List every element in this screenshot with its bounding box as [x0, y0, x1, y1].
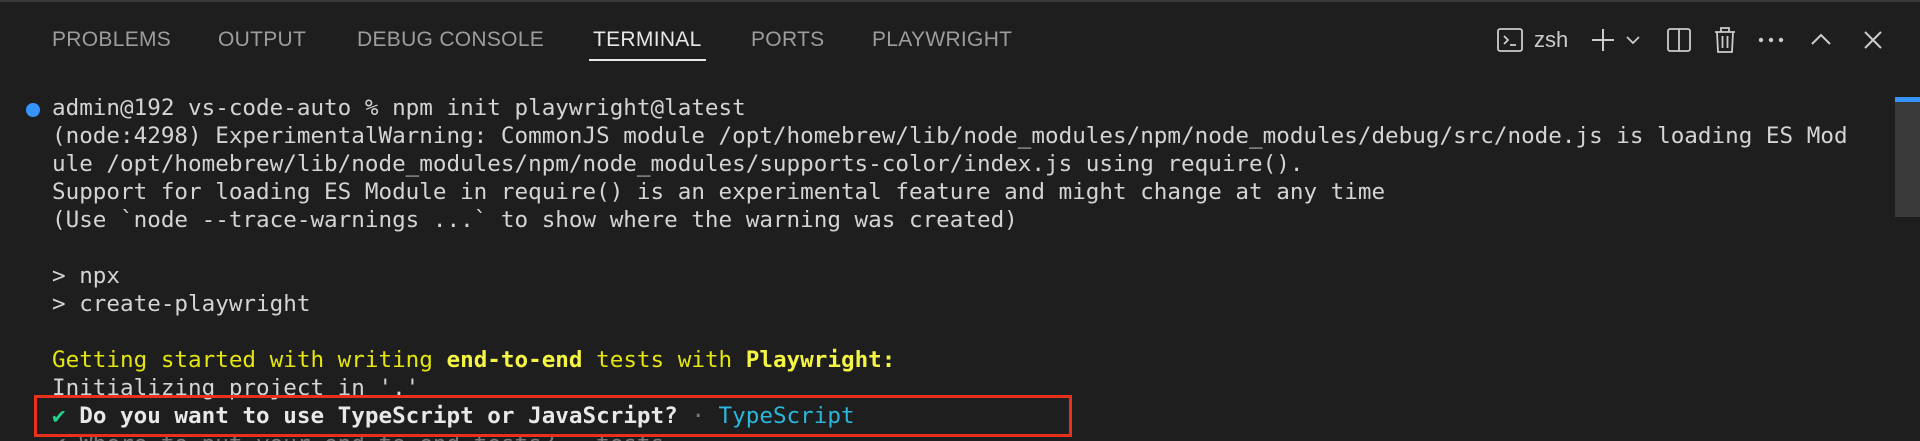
tab-playwright[interactable]: PLAYWRIGHT	[872, 26, 1012, 54]
shell-label: zsh	[1534, 27, 1569, 52]
getting-started-text: tests with	[582, 347, 746, 373]
new-terminal-button[interactable]	[1586, 24, 1620, 56]
scrollbar-thumb[interactable]	[1895, 97, 1920, 217]
scrollbar-marker	[1895, 97, 1920, 102]
question-answer: TypeScript	[718, 403, 855, 429]
tab-terminal[interactable]: TERMINAL	[589, 26, 706, 61]
language-question-line: ✔ Do you want to use TypeScript or JavaS…	[52, 402, 855, 430]
terminal-line: (Use `node --trace-warnings ...` to show…	[52, 207, 1018, 233]
tab-output[interactable]: OUTPUT	[218, 26, 306, 54]
plus-icon	[1589, 26, 1617, 54]
terminal-scrollbar[interactable]	[1892, 97, 1920, 441]
question-text: Do you want to use TypeScript or JavaScr…	[65, 403, 678, 429]
close-icon	[1862, 29, 1884, 51]
chevron-up-icon	[1809, 28, 1833, 52]
getting-started-line: Getting started with writing end-to-end …	[52, 346, 895, 374]
tab-problems[interactable]: PROBLEMS	[52, 26, 171, 54]
question-separator: ·	[677, 403, 719, 429]
kill-terminal-button[interactable]	[1711, 24, 1739, 56]
shell-selector[interactable]: zsh	[1496, 24, 1568, 56]
getting-started-emphasis: Playwright:	[745, 347, 896, 373]
terminal-line: (node:4298) ExperimentalWarning: CommonJ…	[52, 123, 1848, 149]
terminal-dropdown-button[interactable]	[1622, 24, 1644, 56]
more-actions-button[interactable]	[1756, 24, 1786, 56]
terminal-output[interactable]: admin@192 vs-code-auto % npm init playwr…	[0, 94, 1890, 441]
split-terminal-button[interactable]	[1664, 24, 1694, 56]
terminal-line: ule /opt/homebrew/lib/node_modules/npm/n…	[52, 151, 1304, 177]
tab-debug-console[interactable]: DEBUG CONSOLE	[357, 26, 544, 54]
terminal-line: > npx	[52, 263, 121, 289]
panel-tab-bar: PROBLEMS OUTPUT DEBUG CONSOLE TERMINAL P…	[0, 2, 1920, 78]
chevron-down-icon	[1624, 31, 1642, 49]
getting-started-emphasis: end-to-end	[446, 347, 583, 373]
terminal-panel: PROBLEMS OUTPUT DEBUG CONSOLE TERMINAL P…	[0, 0, 1920, 441]
split-icon	[1666, 27, 1692, 53]
trash-icon	[1713, 26, 1737, 54]
maximize-panel-button[interactable]	[1806, 24, 1836, 56]
terminal-icon	[1496, 26, 1524, 54]
ellipsis-icon	[1757, 36, 1785, 44]
terminal-prompt-line: admin@192 vs-code-auto % npm init playwr…	[52, 95, 746, 121]
check-icon: ✔	[52, 403, 66, 429]
terminal-line: > create-playwright	[52, 291, 311, 317]
terminal-line: Initializing project in '.'	[52, 375, 420, 401]
next-question-line: ✔ Where to put your end-to-end tests? · …	[52, 430, 664, 441]
tab-ports[interactable]: PORTS	[751, 26, 824, 54]
terminal-line: Support for loading ES Module in require…	[52, 179, 1386, 205]
getting-started-text: Getting started with writing	[52, 347, 447, 373]
close-panel-button[interactable]	[1858, 24, 1888, 56]
